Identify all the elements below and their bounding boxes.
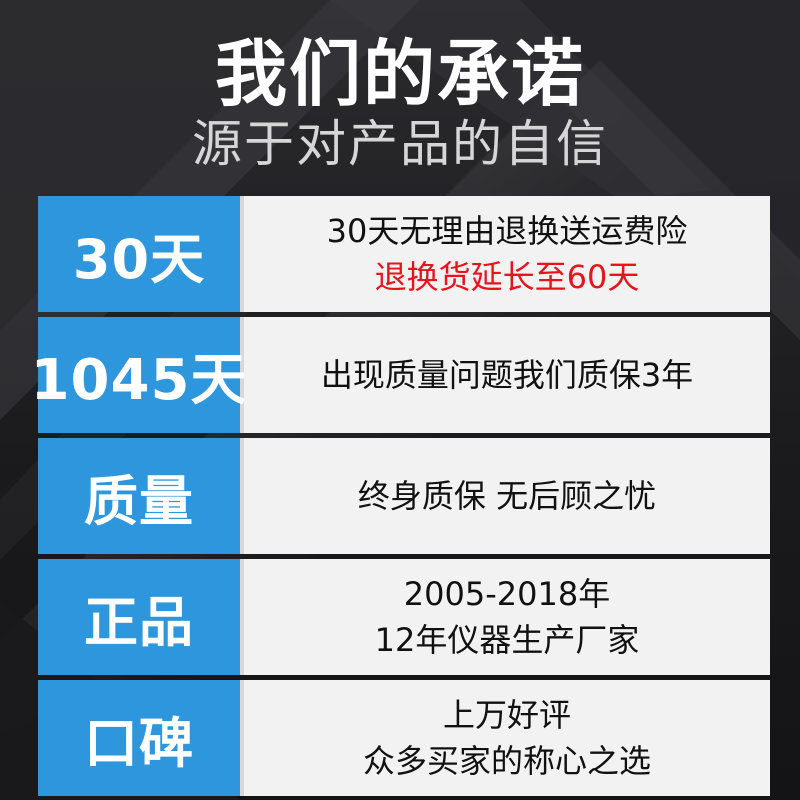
promise-label: 质量 [38, 438, 244, 554]
promise-label: 正品 [38, 559, 244, 675]
promise-line: 30天无理由退换送运费险 [326, 212, 688, 250]
promise-row-30-days: 30天 30天无理由退换送运费险 退换货延长至60天 [38, 196, 770, 312]
promise-content: 终身质保 无后顾之忧 [244, 438, 770, 554]
promise-line: 12年仪器生产厂家 [374, 621, 640, 659]
promise-line-highlight: 退换货延长至60天 [374, 258, 640, 296]
promise-line: 出现质量问题我们质保3年 [320, 356, 694, 394]
promise-label: 30天 [38, 196, 244, 312]
page-title: 我们的承诺 [214, 32, 585, 116]
promise-line: 终身质保 无后顾之忧 [357, 477, 657, 515]
promise-content: 出现质量问题我们质保3年 [244, 317, 770, 433]
promise-label: 1045天 [31, 317, 246, 433]
promise-line: 上万好评 [442, 696, 571, 734]
promise-row-1045-days: 1045天 出现质量问题我们质保3年 [31, 317, 770, 433]
promise-row-quality: 质量 终身质保 无后顾之忧 [38, 438, 770, 554]
promise-content: 30天无理由退换送运费险 退换货延长至60天 [244, 196, 770, 312]
promise-line: 众多买家的称心之选 [362, 742, 651, 780]
promise-row-reputation: 口碑 上万好评 众多买家的称心之选 [38, 680, 770, 796]
promise-line: 2005-2018年 [403, 575, 611, 613]
promise-content: 2005-2018年 12年仪器生产厂家 [244, 559, 770, 675]
promise-label: 口碑 [38, 680, 244, 796]
promise-content: 上万好评 众多买家的称心之选 [244, 680, 770, 796]
page-subtitle: 源于对产品的自信 [192, 115, 608, 173]
promise-row-genuine: 正品 2005-2018年 12年仪器生产厂家 [38, 559, 770, 675]
